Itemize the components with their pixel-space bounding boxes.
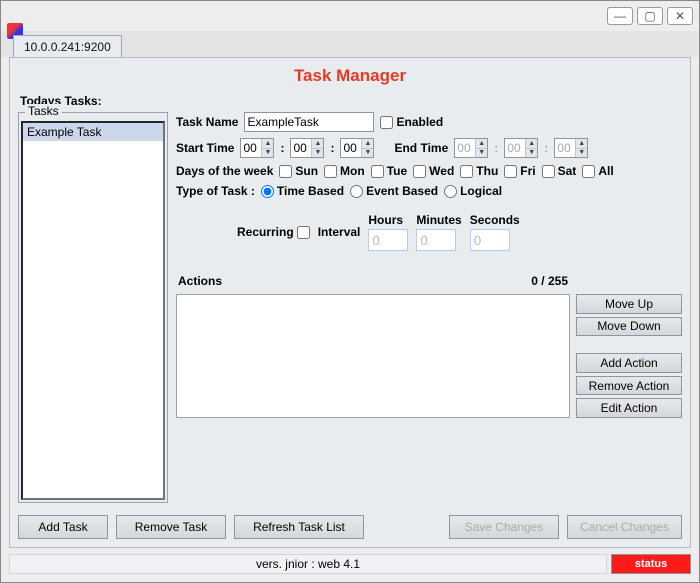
start-seconds[interactable]: ▲▼ bbox=[340, 138, 374, 158]
type-event[interactable]: Event Based bbox=[350, 184, 438, 198]
name-row: Task Name Enabled bbox=[176, 112, 682, 132]
day-wed[interactable]: Wed bbox=[413, 164, 454, 178]
move-up-button[interactable]: Move Up bbox=[576, 294, 682, 314]
interval-seconds-label: Seconds bbox=[470, 213, 520, 227]
task-name-input[interactable] bbox=[244, 112, 374, 132]
end-seconds: ▲▼ bbox=[554, 138, 588, 158]
interval-group: Recurring Interval Hours Minutes Seconds bbox=[236, 212, 682, 252]
actions-counter: 0 / 255 bbox=[531, 274, 568, 288]
end-minutes: ▲▼ bbox=[504, 138, 538, 158]
status-text: vers. jnior : web 4.1 bbox=[9, 554, 607, 574]
type-row: Type of Task : Time Based Event Based Lo… bbox=[176, 184, 682, 198]
day-mon[interactable]: Mon bbox=[324, 164, 365, 178]
app-window: — ▢ ✕ 10.0.0.241:9200 Task Manager Today… bbox=[0, 0, 700, 583]
task-item[interactable]: Example Task bbox=[23, 123, 163, 141]
close-button[interactable]: ✕ bbox=[667, 7, 693, 25]
tasks-group: Tasks Example Task bbox=[18, 112, 168, 503]
status-row: vers. jnior : web 4.1 status bbox=[9, 554, 691, 574]
titlebar: — ▢ ✕ bbox=[1, 1, 699, 31]
page-title: Task Manager bbox=[18, 66, 682, 86]
task-list[interactable]: Example Task bbox=[21, 121, 165, 500]
remove-action-button[interactable]: Remove Action bbox=[576, 376, 682, 396]
tabbar: 10.0.0.241:9200 bbox=[1, 31, 699, 57]
interval-seconds-input bbox=[470, 229, 510, 251]
remove-task-button[interactable]: Remove Task bbox=[116, 515, 226, 539]
interval-label: Interval bbox=[318, 225, 361, 239]
day-sat[interactable]: Sat bbox=[542, 164, 577, 178]
actions-wrap: Move Up Move Down Add Action Remove Acti… bbox=[176, 294, 682, 418]
move-down-button[interactable]: Move Down bbox=[576, 317, 682, 337]
start-minutes[interactable]: ▲▼ bbox=[290, 138, 324, 158]
enabled-checkbox-input[interactable] bbox=[380, 116, 393, 129]
type-logical[interactable]: Logical bbox=[444, 184, 502, 198]
actions-label: Actions bbox=[178, 274, 222, 288]
save-changes-button: Save Changes bbox=[449, 515, 559, 539]
detail-column: Task Name Enabled Start Time ▲▼ : ▲▼ : ▲… bbox=[176, 112, 682, 503]
add-task-button[interactable]: Add Task bbox=[18, 515, 108, 539]
main-panel: Task Manager Todays Tasks: Tasks Example… bbox=[9, 57, 691, 548]
day-tue[interactable]: Tue bbox=[371, 164, 407, 178]
days-label: Days of the week bbox=[176, 164, 273, 178]
days-row: Days of the week Sun Mon Tue Wed Thu Fri… bbox=[176, 164, 682, 178]
add-action-button[interactable]: Add Action bbox=[576, 353, 682, 373]
enabled-label: Enabled bbox=[396, 115, 443, 129]
day-thu[interactable]: Thu bbox=[460, 164, 498, 178]
actions-header: Actions 0 / 255 bbox=[176, 274, 682, 288]
todays-tasks-label: Todays Tasks: bbox=[20, 94, 682, 108]
bottom-bar: Add Task Remove Task Refresh Task List S… bbox=[18, 513, 682, 541]
main-row: Tasks Example Task Task Name Enabled Sta… bbox=[18, 112, 682, 503]
type-label: Type of Task : bbox=[176, 184, 255, 198]
interval-minutes-input bbox=[416, 229, 456, 251]
day-fri[interactable]: Fri bbox=[504, 164, 535, 178]
maximize-button[interactable]: ▢ bbox=[637, 7, 663, 25]
day-sun[interactable]: Sun bbox=[279, 164, 318, 178]
actions-side-buttons: Move Up Move Down Add Action Remove Acti… bbox=[576, 294, 682, 418]
interval-hours-label: Hours bbox=[368, 213, 403, 227]
interval-hours-input bbox=[368, 229, 408, 251]
enabled-checkbox[interactable]: Enabled bbox=[380, 115, 443, 129]
recurring-checkbox[interactable]: Recurring bbox=[237, 225, 310, 239]
refresh-task-list-button[interactable]: Refresh Task List bbox=[234, 515, 364, 539]
end-time-label: End Time bbox=[394, 141, 448, 155]
end-hours: ▲▼ bbox=[454, 138, 488, 158]
start-time-label: Start Time bbox=[176, 141, 234, 155]
up-arrow-icon[interactable]: ▲ bbox=[262, 139, 273, 148]
day-all[interactable]: All bbox=[582, 164, 613, 178]
down-arrow-icon[interactable]: ▼ bbox=[262, 148, 273, 157]
tasks-legend: Tasks bbox=[25, 104, 62, 118]
cancel-changes-button: Cancel Changes bbox=[567, 515, 682, 539]
status-led: status bbox=[611, 554, 691, 574]
time-row: Start Time ▲▼ : ▲▼ : ▲▼ End Time ▲▼ : ▲▼… bbox=[176, 138, 682, 158]
type-time[interactable]: Time Based bbox=[261, 184, 344, 198]
connection-tab[interactable]: 10.0.0.241:9200 bbox=[13, 35, 122, 58]
edit-action-button[interactable]: Edit Action bbox=[576, 398, 682, 418]
start-hours[interactable]: ▲▼ bbox=[240, 138, 274, 158]
actions-list[interactable] bbox=[176, 294, 570, 418]
interval-minutes-label: Minutes bbox=[416, 213, 461, 227]
minimize-button[interactable]: — bbox=[607, 7, 633, 25]
task-name-label: Task Name bbox=[176, 115, 238, 129]
